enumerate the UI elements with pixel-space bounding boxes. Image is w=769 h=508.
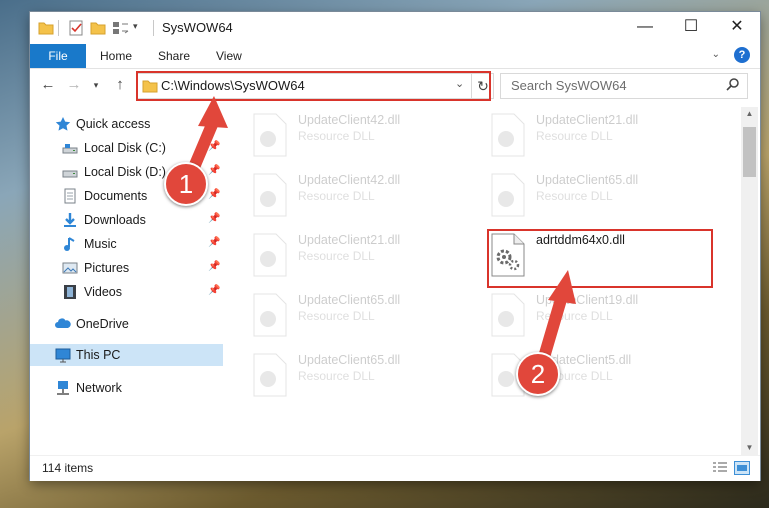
annotation-arrows	[186, 96, 576, 370]
step-marker-1: 1	[164, 162, 208, 206]
step-marker-2: 2	[516, 352, 560, 396]
arrow-head	[548, 270, 576, 304]
arrow-head	[198, 96, 228, 128]
